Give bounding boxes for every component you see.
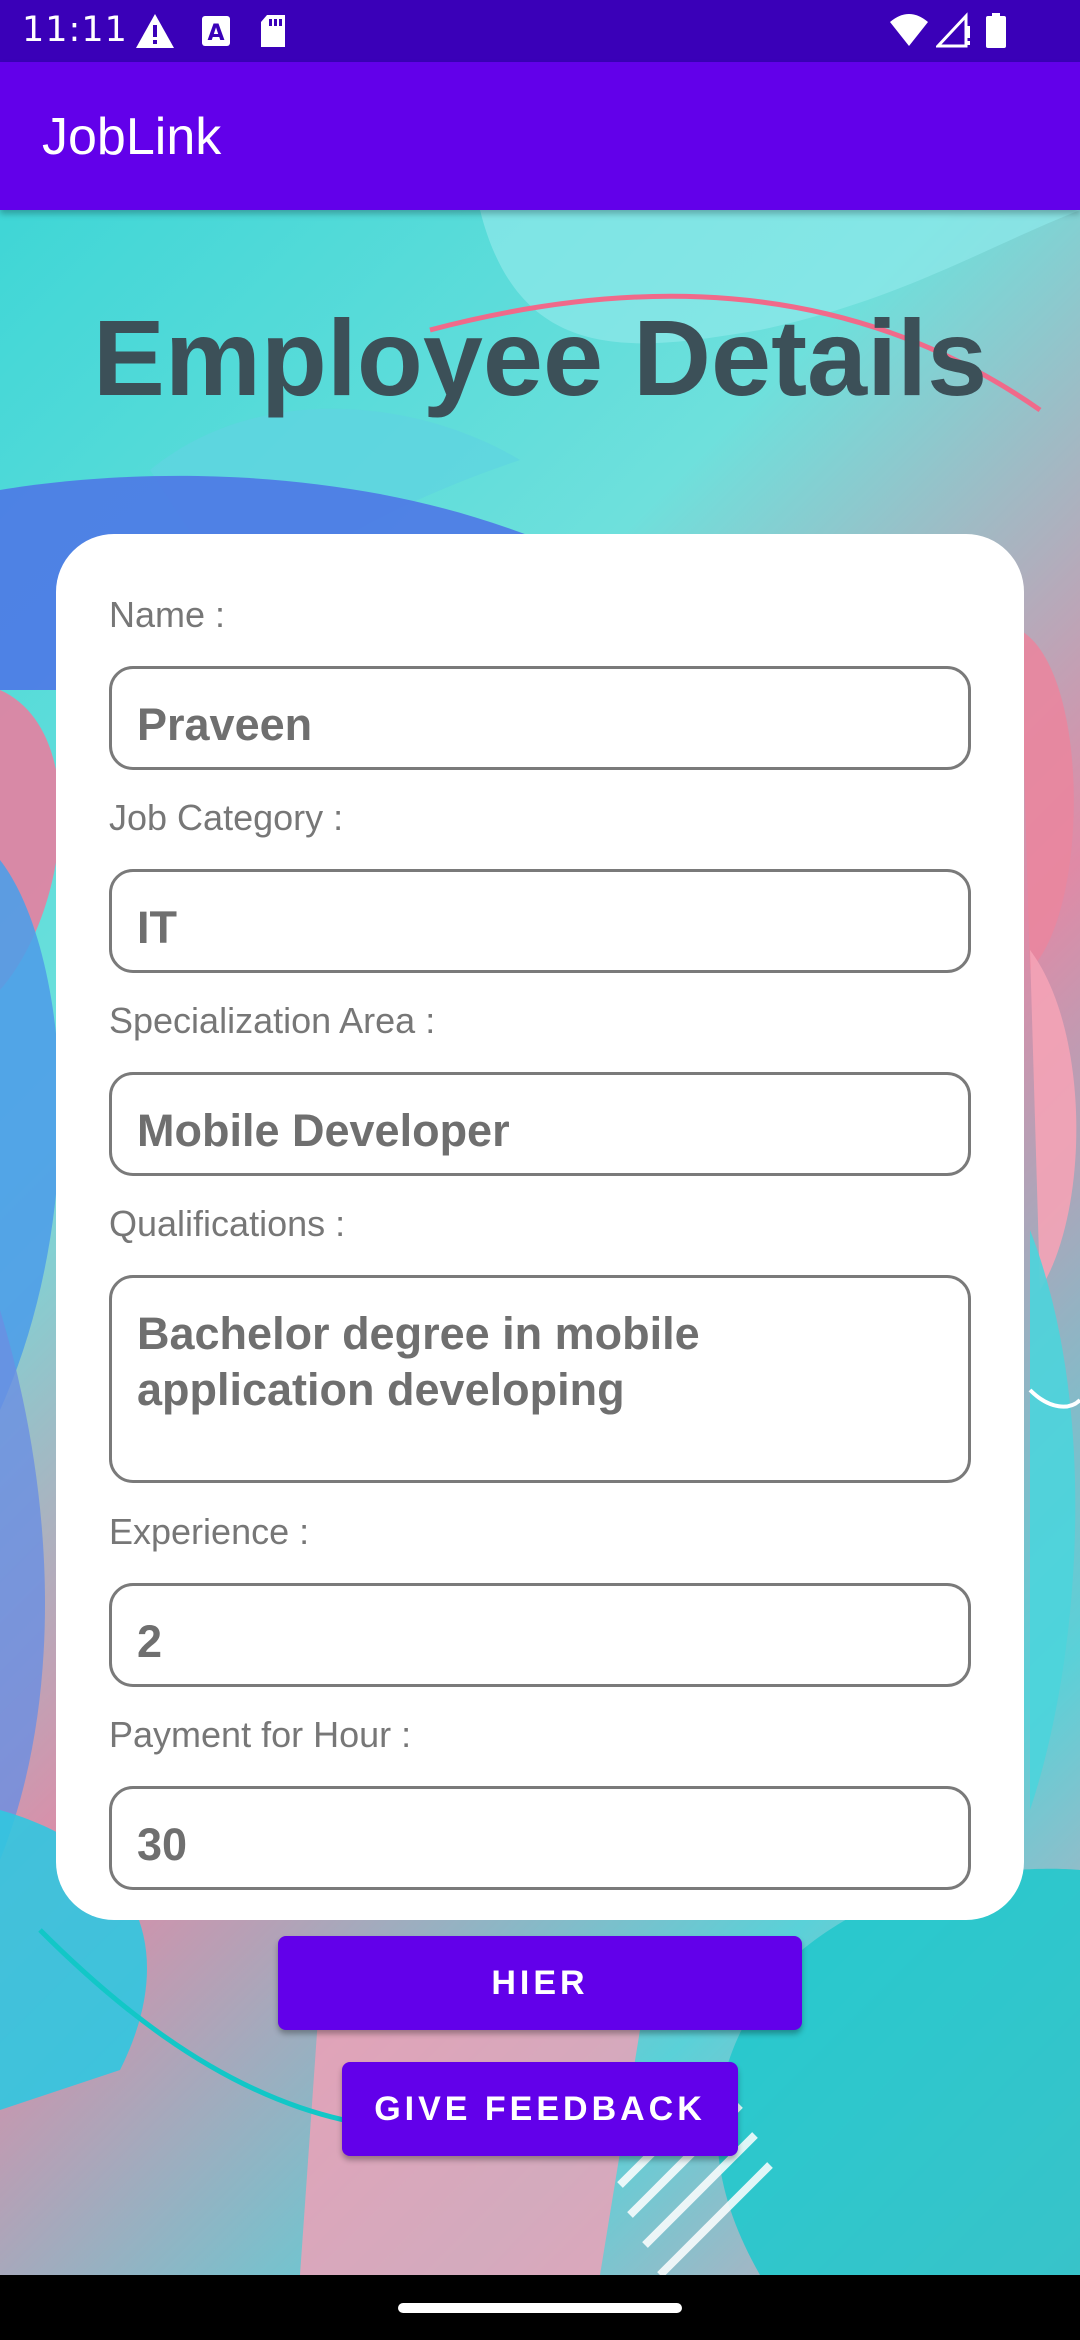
payment-value: 30 bbox=[137, 1819, 188, 1870]
qualifications-label: Qualifications : bbox=[109, 1203, 346, 1244]
qualifications-value: Bachelor degree in mobile application de… bbox=[137, 1308, 700, 1415]
svg-text:A: A bbox=[207, 21, 224, 46]
status-time: 11:11 bbox=[22, 10, 128, 50]
specialization-value: Mobile Developer bbox=[137, 1105, 510, 1156]
app-title: JobLink bbox=[42, 108, 222, 166]
payment-label: Payment for Hour : bbox=[109, 1714, 412, 1755]
status-bar: 11:11 A bbox=[0, 0, 1080, 62]
page-title: Employee Details bbox=[92, 297, 988, 418]
text-a-icon: A bbox=[202, 16, 230, 46]
name-field[interactable]: Praveen bbox=[109, 666, 971, 770]
job-category-field[interactable]: IT bbox=[109, 869, 971, 973]
warning-icon bbox=[136, 14, 174, 48]
specialization-label: Specialization Area : bbox=[109, 1000, 436, 1041]
qualifications-field[interactable]: Bachelor degree in mobile application de… bbox=[109, 1275, 971, 1483]
job-category-value: IT bbox=[137, 902, 177, 953]
experience-field[interactable]: 2 bbox=[109, 1583, 971, 1687]
signal-icon bbox=[936, 12, 970, 48]
experience-label: Experience : bbox=[109, 1511, 310, 1552]
home-gesture-handle[interactable] bbox=[398, 2303, 682, 2313]
experience-value: 2 bbox=[137, 1616, 163, 1667]
name-value: Praveen bbox=[137, 699, 313, 750]
employee-details-card: Name : Praveen Job Category : IT Special… bbox=[56, 534, 1024, 1920]
payment-field[interactable]: 30 bbox=[109, 1786, 971, 1890]
app-bar: JobLink bbox=[0, 62, 1080, 210]
name-label: Name : bbox=[109, 594, 226, 635]
give-feedback-button[interactable]: GIVE FEEDBACK bbox=[342, 2062, 738, 2156]
wifi-icon bbox=[890, 14, 928, 46]
sd-card-icon bbox=[261, 15, 285, 47]
hire-button[interactable]: HIER bbox=[278, 1936, 802, 2030]
job-category-label: Job Category : bbox=[109, 797, 344, 838]
specialization-field[interactable]: Mobile Developer bbox=[109, 1072, 971, 1176]
battery-icon bbox=[986, 13, 1006, 48]
